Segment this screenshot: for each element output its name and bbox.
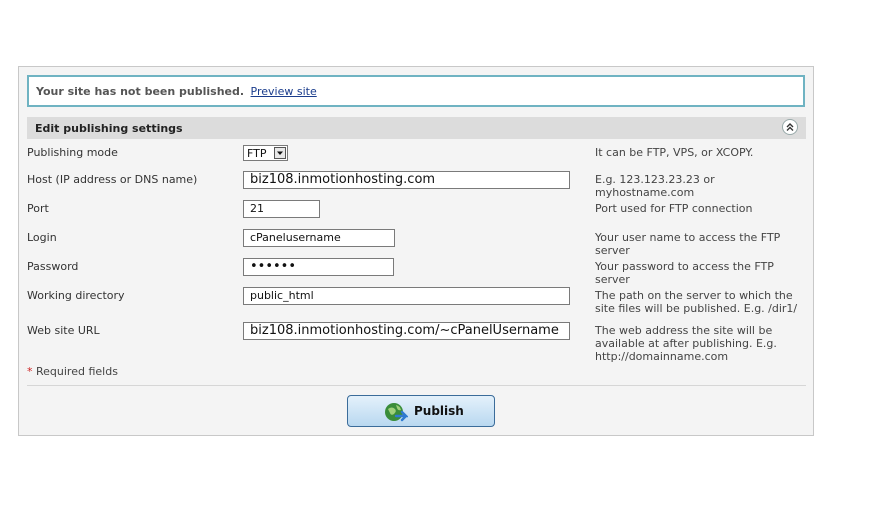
section-header: Edit publishing settings (27, 117, 806, 139)
port-label: Port (27, 202, 49, 215)
port-input[interactable]: 21 (243, 200, 320, 218)
publish-button-label: Publish (414, 404, 464, 418)
host-hint: E.g. 123.123.23.23 or myhostname.com (595, 173, 715, 199)
working-directory-input[interactable]: public_html (243, 287, 570, 305)
website-url-hint: The web address the site will be availab… (595, 324, 777, 363)
publishing-mode-hint: It can be FTP, VPS, or XCOPY. (595, 146, 754, 159)
publish-button[interactable]: Publish (347, 395, 495, 427)
dropdown-arrow-icon[interactable] (274, 147, 286, 159)
preview-site-link[interactable]: Preview site (251, 85, 317, 98)
website-url-input[interactable]: biz108.inmotionhosting.com/~cPanelUserna… (243, 322, 570, 340)
section-title: Edit publishing settings (35, 122, 183, 135)
working-directory-label: Working directory (27, 289, 125, 302)
password-input[interactable]: •••••• (243, 258, 394, 276)
port-hint: Port used for FTP connection (595, 202, 753, 215)
required-fields-text: Required fields (36, 365, 118, 378)
working-directory-hint: The path on the server to which the site… (595, 289, 798, 315)
host-label: Host (IP address or DNS name) (27, 173, 198, 186)
publishing-mode-label: Publishing mode (27, 146, 118, 159)
password-hint: Your password to access the FTP server (595, 260, 774, 286)
not-published-message: Your site has not been published. (36, 85, 245, 98)
login-input[interactable]: cPanelusername (243, 229, 395, 247)
globe-refresh-icon (385, 403, 408, 422)
website-url-label: Web site URL (27, 324, 100, 337)
required-star: * (27, 365, 33, 378)
password-label: Password (27, 260, 79, 273)
collapse-button[interactable] (782, 119, 798, 135)
publishing-mode-select[interactable]: FTP (243, 145, 288, 161)
host-input[interactable]: biz108.inmotionhosting.com (243, 171, 570, 189)
divider (27, 385, 806, 386)
login-hint: Your user name to access the FTP server (595, 231, 781, 257)
double-chevron-up-icon (786, 123, 794, 131)
publish-settings-panel: Your site has not been published. Previe… (18, 66, 814, 436)
publish-status-notice: Your site has not been published. Previe… (27, 75, 805, 107)
required-fields-note: * Required fields (27, 365, 118, 378)
publishing-mode-value: FTP (247, 147, 267, 160)
login-label: Login (27, 231, 57, 244)
